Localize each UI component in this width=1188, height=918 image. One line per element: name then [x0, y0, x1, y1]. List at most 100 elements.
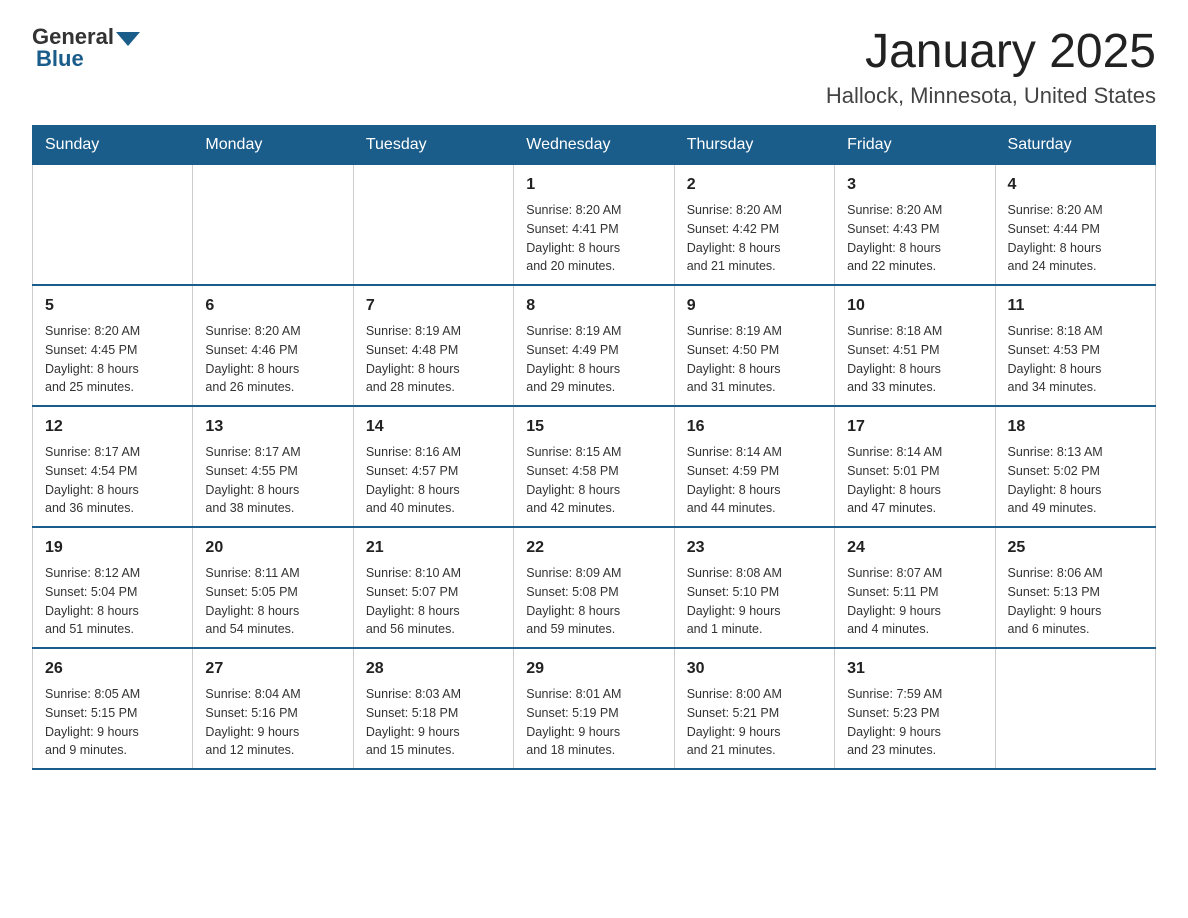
weekday-header-friday: Friday: [835, 126, 995, 165]
calendar-cell: 23Sunrise: 8:08 AMSunset: 5:10 PMDayligh…: [674, 527, 834, 648]
day-number: 13: [205, 415, 340, 439]
day-info: Sunrise: 7:59 AMSunset: 5:23 PMDaylight:…: [847, 685, 982, 760]
calendar-cell: 16 Sunrise: 8:14 AMSunset: 4:59 PMDayligh…: [674, 406, 834, 527]
calendar-cell: 3 Sunrise: 8:20 AMSunset: 4:43 PMDaylight…: [835, 165, 995, 286]
calendar-cell: 2 Sunrise: 8:20 AMSunset: 4:42 PMDaylight…: [674, 165, 834, 286]
day-info: Sunrise: 8:20 AMSunset: 4:43 PMDaylight:…: [847, 201, 982, 276]
day-number: 27: [205, 657, 340, 681]
day-info: Sunrise: 8:10 AMSunset: 5:07 PMDaylight:…: [366, 564, 501, 639]
weekday-header-thursday: Thursday: [674, 126, 834, 165]
calendar-cell: [33, 165, 193, 286]
day-number: 16: [687, 415, 822, 439]
day-number: 9: [687, 294, 822, 318]
calendar-cell: 5 Sunrise: 8:20 AMSunset: 4:45 PMDaylight…: [33, 285, 193, 406]
calendar-cell: 1 Sunrise: 8:20 AMSunset: 4:41 PMDaylight…: [514, 165, 674, 286]
calendar-cell: [193, 165, 353, 286]
calendar-cell: 25 Sunrise: 8:06 AMSunset: 5:13 PMDayligh…: [995, 527, 1155, 648]
day-info: Sunrise: 8:13 AMSunset: 5:02 PMDaylight:…: [1008, 443, 1143, 518]
calendar-cell: 24 Sunrise: 8:07 AMSunset: 5:11 PMDayligh…: [835, 527, 995, 648]
day-info: Sunrise: 8:18 AMSunset: 4:53 PMDaylight:…: [1008, 322, 1143, 397]
calendar-cell: 29 Sunrise: 8:01 AMSunset: 5:19 PMDayligh…: [514, 648, 674, 769]
weekday-header-monday: Monday: [193, 126, 353, 165]
calendar-cell: 30 Sunrise: 8:00 AMSunset: 5:21 PMDayligh…: [674, 648, 834, 769]
calendar-cell: 31 Sunrise: 7:59 AMSunset: 5:23 PMDayligh…: [835, 648, 995, 769]
day-number: 5: [45, 294, 180, 318]
weekday-header-tuesday: Tuesday: [353, 126, 513, 165]
day-info: Sunrise: 8:19 AMSunset: 4:50 PMDaylight:…: [687, 322, 822, 397]
calendar-cell: 10Sunrise: 8:18 AMSunset: 4:51 PMDayligh…: [835, 285, 995, 406]
day-number: 19: [45, 536, 180, 560]
weekday-header-sunday: Sunday: [33, 126, 193, 165]
calendar-cell: 20Sunrise: 8:11 AMSunset: 5:05 PMDayligh…: [193, 527, 353, 648]
day-number: 14: [366, 415, 501, 439]
day-info: Sunrise: 8:04 AMSunset: 5:16 PMDaylight:…: [205, 685, 340, 760]
page-header: General Blue January 2025 Hallock, Minne…: [32, 24, 1156, 109]
day-number: 22: [526, 536, 661, 560]
day-number: 1: [526, 173, 661, 197]
day-info: Sunrise: 8:11 AMSunset: 5:05 PMDaylight:…: [205, 564, 340, 639]
calendar-week-row: 1 Sunrise: 8:20 AMSunset: 4:41 PMDaylight…: [33, 165, 1156, 286]
day-info: Sunrise: 8:06 AMSunset: 5:13 PMDaylight:…: [1008, 564, 1143, 639]
calendar-cell: 8Sunrise: 8:19 AMSunset: 4:49 PMDaylight…: [514, 285, 674, 406]
day-number: 29: [526, 657, 661, 681]
title-section: January 2025 Hallock, Minnesota, United …: [826, 24, 1156, 109]
day-info: Sunrise: 8:16 AMSunset: 4:57 PMDaylight:…: [366, 443, 501, 518]
day-info: Sunrise: 8:14 AMSunset: 4:59 PMDaylight:…: [687, 443, 822, 518]
day-info: Sunrise: 8:20 AMSunset: 4:45 PMDaylight:…: [45, 322, 180, 397]
day-info: Sunrise: 8:07 AMSunset: 5:11 PMDaylight:…: [847, 564, 982, 639]
calendar-week-row: 19 Sunrise: 8:12 AMSunset: 5:04 PMDayligh…: [33, 527, 1156, 648]
calendar-cell: 15 Sunrise: 8:15 AMSunset: 4:58 PMDayligh…: [514, 406, 674, 527]
calendar-cell: 6Sunrise: 8:20 AMSunset: 4:46 PMDaylight…: [193, 285, 353, 406]
day-number: 3: [847, 173, 982, 197]
day-number: 12: [45, 415, 180, 439]
day-info: Sunrise: 8:14 AMSunset: 5:01 PMDaylight:…: [847, 443, 982, 518]
calendar-cell: 4 Sunrise: 8:20 AMSunset: 4:44 PMDaylight…: [995, 165, 1155, 286]
day-info: Sunrise: 8:17 AMSunset: 4:55 PMDaylight:…: [205, 443, 340, 518]
day-info: Sunrise: 8:01 AMSunset: 5:19 PMDaylight:…: [526, 685, 661, 760]
calendar-cell: 11Sunrise: 8:18 AMSunset: 4:53 PMDayligh…: [995, 285, 1155, 406]
calendar-cell: 9 Sunrise: 8:19 AMSunset: 4:50 PMDaylight…: [674, 285, 834, 406]
day-number: 24: [847, 536, 982, 560]
day-info: Sunrise: 8:09 AMSunset: 5:08 PMDaylight:…: [526, 564, 661, 639]
calendar-week-row: 5 Sunrise: 8:20 AMSunset: 4:45 PMDaylight…: [33, 285, 1156, 406]
day-info: Sunrise: 8:20 AMSunset: 4:42 PMDaylight:…: [687, 201, 822, 276]
calendar-cell: 26Sunrise: 8:05 AMSunset: 5:15 PMDayligh…: [33, 648, 193, 769]
day-number: 25: [1008, 536, 1143, 560]
day-number: 31: [847, 657, 982, 681]
calendar-cell: [995, 648, 1155, 769]
calendar-cell: 22 Sunrise: 8:09 AMSunset: 5:08 PMDayligh…: [514, 527, 674, 648]
day-info: Sunrise: 8:03 AMSunset: 5:18 PMDaylight:…: [366, 685, 501, 760]
day-number: 17: [847, 415, 982, 439]
day-number: 15: [526, 415, 661, 439]
calendar-cell: 7 Sunrise: 8:19 AMSunset: 4:48 PMDaylight…: [353, 285, 513, 406]
weekday-header-wednesday: Wednesday: [514, 126, 674, 165]
calendar-cell: [353, 165, 513, 286]
calendar-cell: 12 Sunrise: 8:17 AMSunset: 4:54 PMDayligh…: [33, 406, 193, 527]
day-number: 6: [205, 294, 340, 318]
calendar-cell: 28Sunrise: 8:03 AMSunset: 5:18 PMDayligh…: [353, 648, 513, 769]
day-number: 2: [687, 173, 822, 197]
day-info: Sunrise: 8:05 AMSunset: 5:15 PMDaylight:…: [45, 685, 180, 760]
day-number: 4: [1008, 173, 1143, 197]
day-info: Sunrise: 8:18 AMSunset: 4:51 PMDaylight:…: [847, 322, 982, 397]
calendar-cell: 19 Sunrise: 8:12 AMSunset: 5:04 PMDayligh…: [33, 527, 193, 648]
day-info: Sunrise: 8:00 AMSunset: 5:21 PMDaylight:…: [687, 685, 822, 760]
calendar-cell: 14 Sunrise: 8:16 AMSunset: 4:57 PMDayligh…: [353, 406, 513, 527]
day-info: Sunrise: 8:15 AMSunset: 4:58 PMDaylight:…: [526, 443, 661, 518]
day-info: Sunrise: 8:20 AMSunset: 4:41 PMDaylight:…: [526, 201, 661, 276]
logo-arrow-icon: [116, 32, 140, 46]
day-info: Sunrise: 8:12 AMSunset: 5:04 PMDaylight:…: [45, 564, 180, 639]
calendar-cell: 21 Sunrise: 8:10 AMSunset: 5:07 PMDayligh…: [353, 527, 513, 648]
day-info: Sunrise: 8:20 AMSunset: 4:44 PMDaylight:…: [1008, 201, 1143, 276]
weekday-header-saturday: Saturday: [995, 126, 1155, 165]
day-number: 21: [366, 536, 501, 560]
day-info: Sunrise: 8:19 AMSunset: 4:48 PMDaylight:…: [366, 322, 501, 397]
day-info: Sunrise: 8:17 AMSunset: 4:54 PMDaylight:…: [45, 443, 180, 518]
calendar-cell: 17 Sunrise: 8:14 AMSunset: 5:01 PMDayligh…: [835, 406, 995, 527]
calendar-week-row: 12 Sunrise: 8:17 AMSunset: 4:54 PMDayligh…: [33, 406, 1156, 527]
day-number: 30: [687, 657, 822, 681]
calendar-week-row: 26Sunrise: 8:05 AMSunset: 5:15 PMDayligh…: [33, 648, 1156, 769]
day-number: 7: [366, 294, 501, 318]
day-info: Sunrise: 8:19 AMSunset: 4:49 PMDaylight:…: [526, 322, 661, 397]
day-info: Sunrise: 8:08 AMSunset: 5:10 PMDaylight:…: [687, 564, 822, 639]
